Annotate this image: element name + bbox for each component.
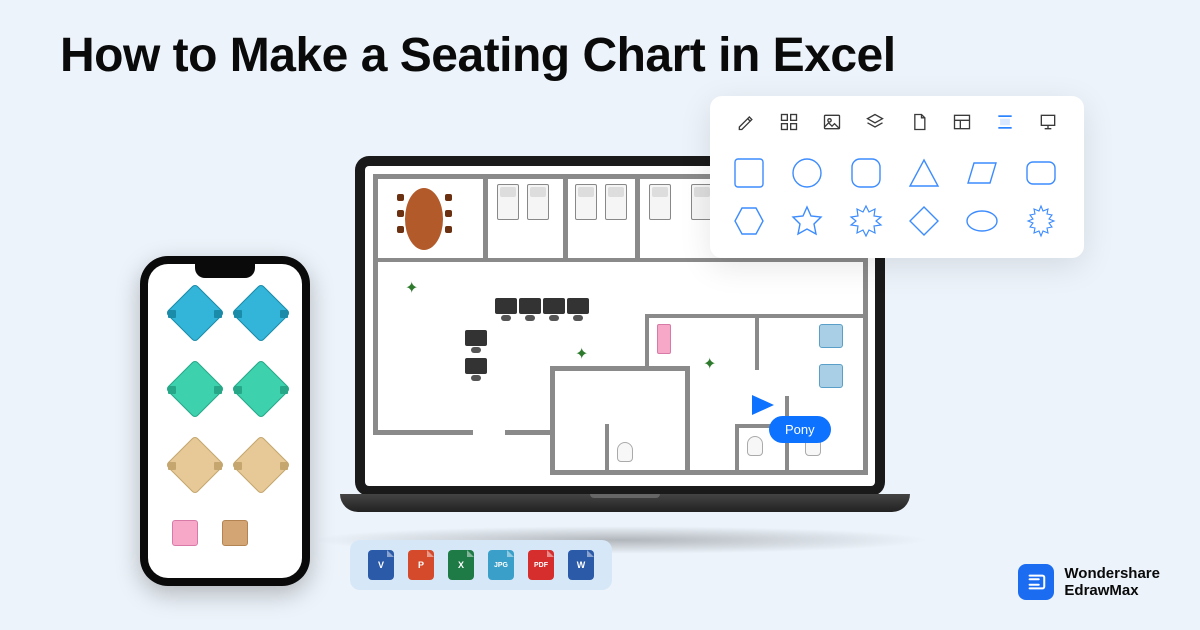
page-title: How to Make a Seating Chart in Excel bbox=[60, 28, 896, 83]
export-visio[interactable]: V bbox=[368, 550, 394, 580]
toilet bbox=[747, 436, 763, 456]
collaborator-cursor bbox=[752, 395, 774, 415]
bed bbox=[605, 184, 627, 220]
shapes-panel[interactable] bbox=[710, 96, 1084, 258]
brand-text: Wondershare EdrawMax bbox=[1064, 565, 1160, 600]
distribute-icon[interactable] bbox=[995, 112, 1015, 132]
seating-table-small bbox=[172, 520, 198, 546]
bed bbox=[575, 184, 597, 220]
plant-icon: ✦ bbox=[405, 278, 423, 296]
layout-icon[interactable] bbox=[952, 112, 972, 132]
page-icon[interactable] bbox=[909, 112, 929, 132]
furniture-blue bbox=[819, 324, 843, 348]
presentation-icon[interactable] bbox=[1038, 112, 1058, 132]
shape-ellipse[interactable] bbox=[965, 204, 999, 238]
shape-burst-8[interactable] bbox=[849, 204, 883, 238]
edrawmax-logo-icon bbox=[1018, 564, 1054, 600]
phone-mockup bbox=[140, 256, 310, 586]
toilet bbox=[617, 442, 633, 462]
shape-rounded-square[interactable] bbox=[849, 156, 883, 190]
phone-screen bbox=[148, 264, 302, 578]
export-excel[interactable]: X bbox=[448, 550, 474, 580]
bed bbox=[649, 184, 671, 220]
components-icon[interactable] bbox=[779, 112, 799, 132]
shapes-grid bbox=[724, 144, 1070, 242]
seating-table-small bbox=[222, 520, 248, 546]
workstation-row bbox=[495, 298, 589, 314]
collaborator-label: Pony bbox=[769, 416, 831, 443]
workstation bbox=[465, 358, 487, 374]
image-icon[interactable] bbox=[822, 112, 842, 132]
shape-rounded-rect[interactable] bbox=[1024, 156, 1058, 190]
export-pdf[interactable]: PDF bbox=[528, 550, 554, 580]
bed bbox=[527, 184, 549, 220]
shape-circle[interactable] bbox=[790, 156, 824, 190]
laptop-base bbox=[340, 494, 910, 512]
shape-triangle[interactable] bbox=[907, 156, 941, 190]
export-jpg[interactable]: JPG bbox=[488, 550, 514, 580]
shape-square[interactable] bbox=[732, 156, 766, 190]
shape-star[interactable] bbox=[790, 204, 824, 238]
workstation bbox=[465, 330, 487, 346]
fixture-pink bbox=[657, 324, 671, 354]
shape-hexagon[interactable] bbox=[732, 204, 766, 238]
shape-burst-12[interactable] bbox=[1024, 204, 1058, 238]
conference-table-left bbox=[405, 188, 443, 250]
shape-parallelogram[interactable] bbox=[965, 156, 999, 190]
furniture-blue bbox=[819, 364, 843, 388]
export-word[interactable]: W bbox=[568, 550, 594, 580]
layers-icon[interactable] bbox=[865, 112, 885, 132]
toolbar bbox=[724, 108, 1070, 144]
brand-logo-lockup: Wondershare EdrawMax bbox=[1018, 564, 1160, 600]
export-powerpoint[interactable]: P bbox=[408, 550, 434, 580]
plant-icon: ✦ bbox=[703, 354, 721, 372]
shape-diamond[interactable] bbox=[907, 204, 941, 238]
bed bbox=[497, 184, 519, 220]
format-icon[interactable] bbox=[736, 112, 756, 132]
export-format-bar: V P X JPG PDF W bbox=[350, 540, 612, 590]
plant-icon: ✦ bbox=[575, 344, 593, 362]
